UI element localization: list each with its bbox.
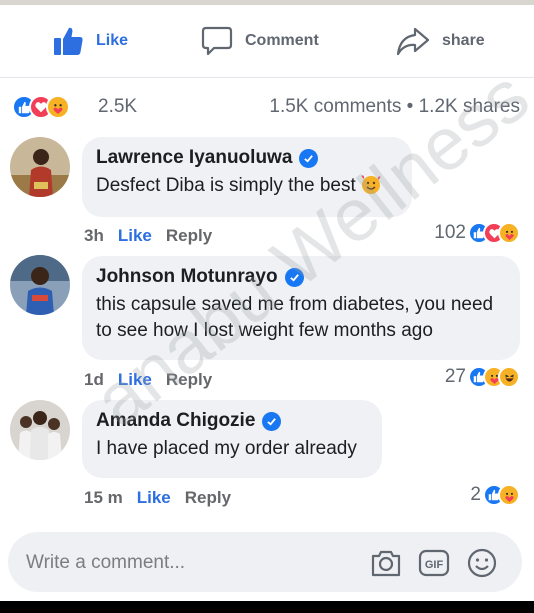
comment-input[interactable]: [24, 532, 358, 594]
comment-reaction-count: 27: [444, 366, 466, 387]
profile-photo: [10, 137, 70, 197]
avatar[interactable]: [10, 255, 70, 315]
verified-badge-icon: [299, 148, 319, 168]
comment-bubble-icon: [201, 26, 233, 56]
comment-action-button[interactable]: Comment: [201, 23, 319, 59]
profile-photo: [10, 400, 70, 460]
comment-text: Desfect Diba is simply the best: [96, 173, 398, 199]
avatar[interactable]: [10, 400, 70, 460]
comment-like-link[interactable]: Like: [118, 226, 152, 246]
like-action-button[interactable]: Like: [52, 23, 128, 59]
gif-icon[interactable]: GIF: [418, 547, 450, 579]
author-name[interactable]: Amanda Chigozie: [96, 410, 255, 432]
emoji-icon[interactable]: [466, 547, 498, 579]
reaction-count: 2.5K: [98, 96, 138, 117]
comment-time: 15 m: [84, 488, 123, 507]
care-reaction-icon: [498, 222, 520, 244]
comment-text-content: Desfect Diba is simply the best: [96, 175, 356, 196]
comment-author[interactable]: Lawrence Iyanuoluwa: [96, 147, 398, 169]
comment-reactions[interactable]: 102: [434, 222, 520, 244]
profile-photo: [10, 255, 70, 315]
share-action-button[interactable]: share: [396, 23, 485, 59]
avatar[interactable]: [10, 137, 70, 197]
comment-meta: 1d Like Reply: [84, 370, 212, 390]
comment-time: 1d: [84, 370, 104, 389]
care-reaction-icon: [498, 484, 520, 506]
comment-reply-link[interactable]: Reply: [185, 488, 231, 508]
author-name[interactable]: Lawrence Iyanuoluwa: [96, 147, 292, 169]
haha-reaction-icon: [498, 366, 520, 388]
reaction-icons: [12, 95, 70, 119]
comment-reaction-count: 2: [470, 484, 481, 505]
comment-author[interactable]: Johnson Motunrayo: [96, 266, 506, 288]
comment-text: I have placed my order already: [96, 438, 357, 459]
comment-reply-link[interactable]: Reply: [166, 226, 212, 246]
comment-reaction-count: 102: [434, 222, 466, 243]
comment-time: 3h: [84, 226, 104, 245]
share-action-label: share: [442, 32, 485, 49]
reaction-summary[interactable]: 2.5K 1.5K comments • 1.2K shares: [0, 90, 534, 126]
gif-label: GIF: [425, 559, 444, 571]
verified-badge-icon: [284, 267, 304, 287]
comment-meta: 3h Like Reply: [84, 226, 212, 246]
comment-meta: 15 m Like Reply: [84, 488, 231, 508]
share-arrow-icon: [396, 27, 430, 56]
comment-action-label: Comment: [245, 32, 319, 49]
verified-badge-icon: [262, 411, 282, 431]
comment-composer: GIF: [8, 532, 522, 594]
comment-reactions[interactable]: 2: [470, 484, 520, 506]
comment-composer-area: GIF: [0, 520, 534, 613]
comment-bubble: Johnson Motunrayo this capsule saved me …: [82, 256, 520, 360]
comments-shares-stats[interactable]: 1.5K comments • 1.2K shares: [269, 96, 520, 118]
heart-face-emoji-icon: [361, 175, 381, 194]
comment-reactions[interactable]: 27: [445, 366, 520, 388]
comment-like-link[interactable]: Like: [118, 370, 152, 390]
post-action-bar: Like Comment share: [0, 5, 534, 77]
care-reaction-icon: [46, 95, 70, 119]
comment-reply-link[interactable]: Reply: [166, 370, 212, 390]
comment-text: this capsule saved me from diabetes, you…: [96, 294, 494, 341]
comment-author[interactable]: Amanda Chigozie: [96, 410, 368, 432]
comment-like-link[interactable]: Like: [137, 488, 171, 508]
like-action-label: Like: [96, 32, 129, 49]
thumbs-up-icon: [54, 27, 83, 55]
bottom-edge: [0, 601, 534, 613]
comment-bubble: Lawrence Iyanuoluwa Desfect Diba is simp…: [82, 137, 412, 217]
author-name[interactable]: Johnson Motunrayo: [96, 266, 278, 288]
camera-icon[interactable]: [370, 547, 402, 579]
divider: [0, 77, 534, 78]
comment-bubble: Amanda Chigozie I have placed my order a…: [82, 400, 382, 478]
